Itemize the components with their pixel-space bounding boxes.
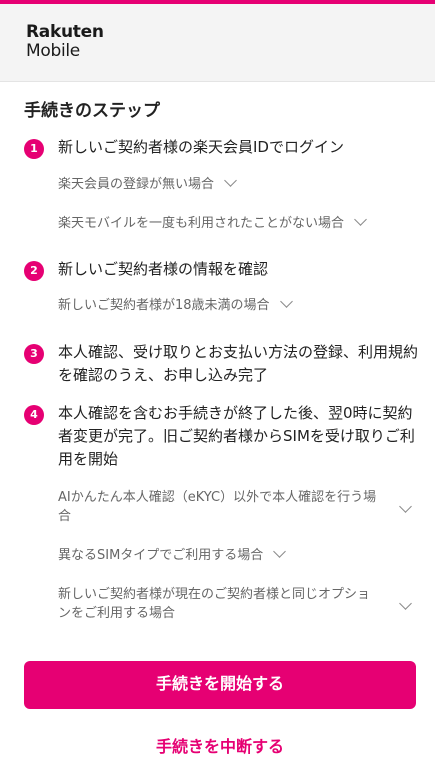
accordion-label: 新しいご契約者様が現在のご契約者様と同じオプションをご利用する場合 <box>58 587 371 621</box>
step-number-badge: 3 <box>24 344 44 364</box>
step-text: 本人確認を含むお手続きが終了した後、翌0時に契約者変更が完了。旧ご契約者様からS… <box>58 404 415 468</box>
accordion-different-sim-type[interactable]: 異なるSIMタイプでご利用する場合 <box>58 545 418 565</box>
chevron-down-icon <box>399 597 412 610</box>
accordion-label: 楽天会員の登録が無い場合 <box>58 177 215 192</box>
app-header: Rakuten Mobile <box>0 4 435 82</box>
chevron-down-icon <box>279 295 293 308</box>
accordion-label: AIかんたん本人確認（eKYC）以外で本人確認を行う場合 <box>58 490 377 524</box>
accordion-no-rakuten-member[interactable]: 楽天会員の登録が無い場合 <box>58 174 418 194</box>
accordion-same-options[interactable]: 新しいご契約者様が現在のご契約者様と同じオプションをご利用する場合 <box>58 585 418 623</box>
step-text: 本人確認、受け取りとお支払い方法の登録、利用規約を確認のうえ、お申し込み完了 <box>58 343 419 384</box>
chevron-down-icon <box>399 500 412 513</box>
chevron-down-icon <box>224 174 237 187</box>
chevron-down-icon <box>354 213 367 226</box>
step-number-badge: 1 <box>24 139 44 159</box>
accordion-under-18[interactable]: 新しいご契約者様が18歳未満の場合 <box>58 295 418 315</box>
accordion-never-used-rakuten-mobile[interactable]: 楽天モバイルを一度も利用されたことがない場合 <box>58 213 418 233</box>
accordion-label: 楽天モバイルを一度も利用されたことがない場合 <box>58 216 345 231</box>
section-title: 手続きのステップ <box>24 101 160 121</box>
step-number-badge: 2 <box>24 261 44 281</box>
interrupt-procedure-link[interactable]: 手続きを中断する <box>24 733 416 757</box>
accordion-label: 新しいご契約者様が18歳未満の場合 <box>58 298 270 313</box>
logo-line-2: Mobile <box>26 41 80 61</box>
rakuten-mobile-logo[interactable]: Rakuten Mobile <box>26 24 104 60</box>
chevron-down-icon <box>273 545 287 558</box>
logo-line-1: Rakuten <box>26 22 104 42</box>
step-number-badge: 4 <box>24 405 44 425</box>
step-text: 新しいご契約者様の情報を確認 <box>58 260 269 278</box>
accordion-non-ekyc-verification[interactable]: AIかんたん本人確認（eKYC）以外で本人確認を行う場合 <box>58 488 418 526</box>
start-procedure-button[interactable]: 手続きを開始する <box>24 661 416 709</box>
step-text: 新しいご契約者様の楽天会員IDでログイン <box>58 138 344 156</box>
accordion-label: 異なるSIMタイプでご利用する場合 <box>58 548 264 563</box>
